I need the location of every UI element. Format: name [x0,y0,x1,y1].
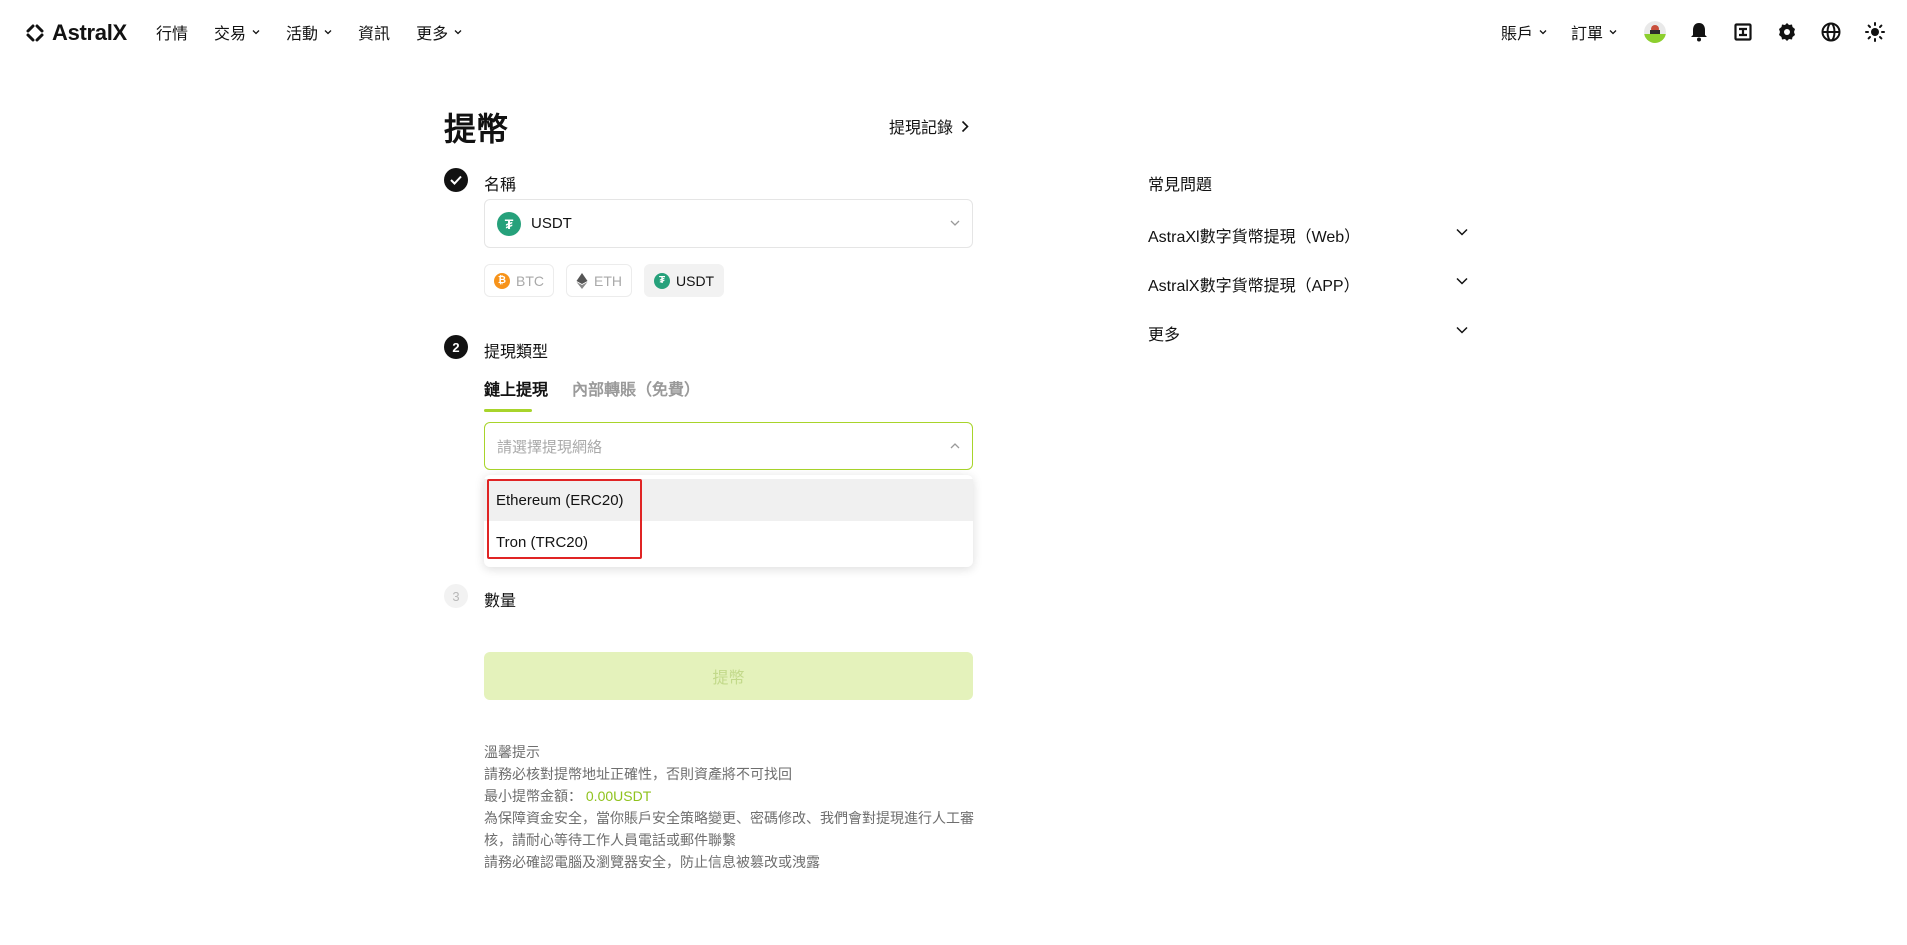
tab-onchain-withdraw[interactable]: 鏈上提現 [484,376,548,412]
min-amount-value: 0.00USDT [585,788,652,804]
nav-item-label: 活動 [286,26,319,43]
quick-coin-btc[interactable]: ₿ BTC [484,264,554,297]
sun-icon [1865,22,1885,42]
tips-panel: 溫馨提示 請務必核對提幣地址正確性，否則資產將不可找回 最小提幣金額： 0.00… [484,741,976,873]
logo[interactable]: AstralX [24,20,127,46]
tips-line: 請務必確認電腦及瀏覽器安全，防止信息被篡改或洩露 [484,854,820,870]
chevron-down-icon [324,30,332,35]
faq-item-label: AstraXl數字貨幣提現（Web） [1148,229,1361,246]
coin-select-value: USDT [531,215,572,232]
download-icon [1734,23,1752,41]
nav-item-account[interactable]: 賬戶 [1501,20,1547,44]
chevron-down-icon [950,220,960,226]
nav-item-orders[interactable]: 訂單 [1571,20,1617,44]
nav-item-events[interactable]: 活動 [286,20,332,44]
nav-item-label: 資訊 [358,26,391,43]
step-2-label: 提現類型 [484,344,549,361]
tips-title: 溫馨提示 [484,744,540,760]
chevron-down-icon [1456,277,1468,285]
network-option-erc20[interactable]: Ethereum (ERC20) [484,479,973,521]
tether-icon: ₮ [497,211,521,236]
chip-label: ETH [594,272,622,289]
step-1-done-indicator [444,168,468,192]
chevron-down-icon [1539,30,1547,35]
nav-item-market[interactable]: 行情 [156,20,188,44]
nav-item-trade[interactable]: 交易 [214,20,260,44]
quick-coin-usdt[interactable]: ₮ USDT [644,264,725,297]
tab-internal-transfer[interactable]: 內部轉賬（免費） [572,376,700,412]
step-3-label: 數量 [484,593,517,610]
history-link-label: 提現記錄 [889,120,954,137]
globe-icon [1821,22,1841,42]
chip-label: BTC [516,272,544,289]
network-select-placeholder: 請選擇提現網絡 [497,438,603,456]
faq-item-more[interactable]: 更多 [1148,321,1468,370]
tether-icon: ₮ [654,272,670,289]
check-icon [450,175,462,185]
chevron-down-icon [1456,326,1468,334]
gear-icon [1779,23,1795,41]
faq-item-label: AstralX數字貨幣提現（APP） [1148,278,1360,295]
download-button[interactable] [1729,18,1757,46]
withdraw-submit-button[interactable]: 提幣 [484,652,973,700]
notifications-button[interactable] [1685,18,1713,46]
network-dropdown: Ethereum (ERC20) Tron (TRC20) [484,475,973,567]
tips-min-amount: 最小提幣金額： 0.00USDT [484,785,976,807]
language-button[interactable] [1817,18,1845,46]
chevron-down-icon [1456,228,1468,236]
tips-line: 為保障資金安全，當你賬戶安全策略變更、密碼修改、我們會對提現進行人工審核，請耐心… [484,810,974,848]
main-menu: 行情 交易 活動 資訊 更多 [156,20,462,44]
chip-label: USDT [676,272,715,289]
quick-coin-eth[interactable]: ETH [566,264,632,297]
chevron-down-icon [252,30,260,35]
step-3-indicator: 3 [444,584,468,608]
chevron-right-icon [961,120,969,132]
coin-select[interactable]: ₮ USDT [484,199,973,248]
faq-item-label: 更多 [1148,327,1181,344]
nav-item-label: 行情 [156,26,189,43]
tips-line: 請務必核對提幣地址正確性，否則資產將不可找回 [484,766,792,782]
nav-item-label: 更多 [416,26,449,43]
chevron-down-icon [1609,30,1617,35]
avatar-icon [1644,21,1666,43]
ethereum-icon [576,272,588,289]
bell-icon [1691,23,1707,42]
faq-title: 常見問題 [1148,177,1213,194]
withdraw-type-tabs: 鏈上提現 內部轉賬（免費） [484,376,700,412]
nav-item-label: 訂單 [1570,26,1603,43]
step-2-indicator: 2 [444,335,468,359]
logo-text: AstralX [52,20,127,45]
faq-item-app[interactable]: AstralX數字貨幣提現（APP） [1148,272,1468,321]
theme-toggle-button[interactable] [1861,18,1889,46]
logo-mark-icon [26,24,44,42]
nav-item-label: 交易 [214,26,247,43]
chevron-down-icon [454,30,462,35]
step-1-label: 名稱 [484,177,517,194]
chevron-up-icon [950,443,960,449]
nav-item-news[interactable]: 資訊 [358,20,390,44]
avatar-button[interactable] [1641,18,1669,46]
page-title: 提幣 [444,111,509,147]
bitcoin-icon: ₿ [494,272,510,289]
nav-item-more[interactable]: 更多 [416,20,462,44]
withdraw-history-link[interactable]: 提現記錄 [889,114,969,138]
network-select[interactable]: 請選擇提現網絡 [484,422,973,470]
settings-button[interactable] [1773,18,1801,46]
faq-item-web[interactable]: AstraXl數字貨幣提現（Web） [1148,223,1468,272]
nav-item-label: 賬戶 [1500,26,1533,43]
network-option-trc20[interactable]: Tron (TRC20) [484,521,973,563]
user-menu: 賬戶 訂單 [1501,16,1907,48]
faq-section: 常見問題 AstraXl數字貨幣提現（Web） AstralX數字貨幣提現（AP… [1148,171,1468,370]
min-amount-label: 最小提幣金額： [484,788,582,804]
quick-coin-list: ₿ BTC ETH ₮ USDT [484,264,725,297]
top-navbar: AstralX 行情 交易 活動 資訊 更多 賬戶 訂單 [0,0,1907,64]
